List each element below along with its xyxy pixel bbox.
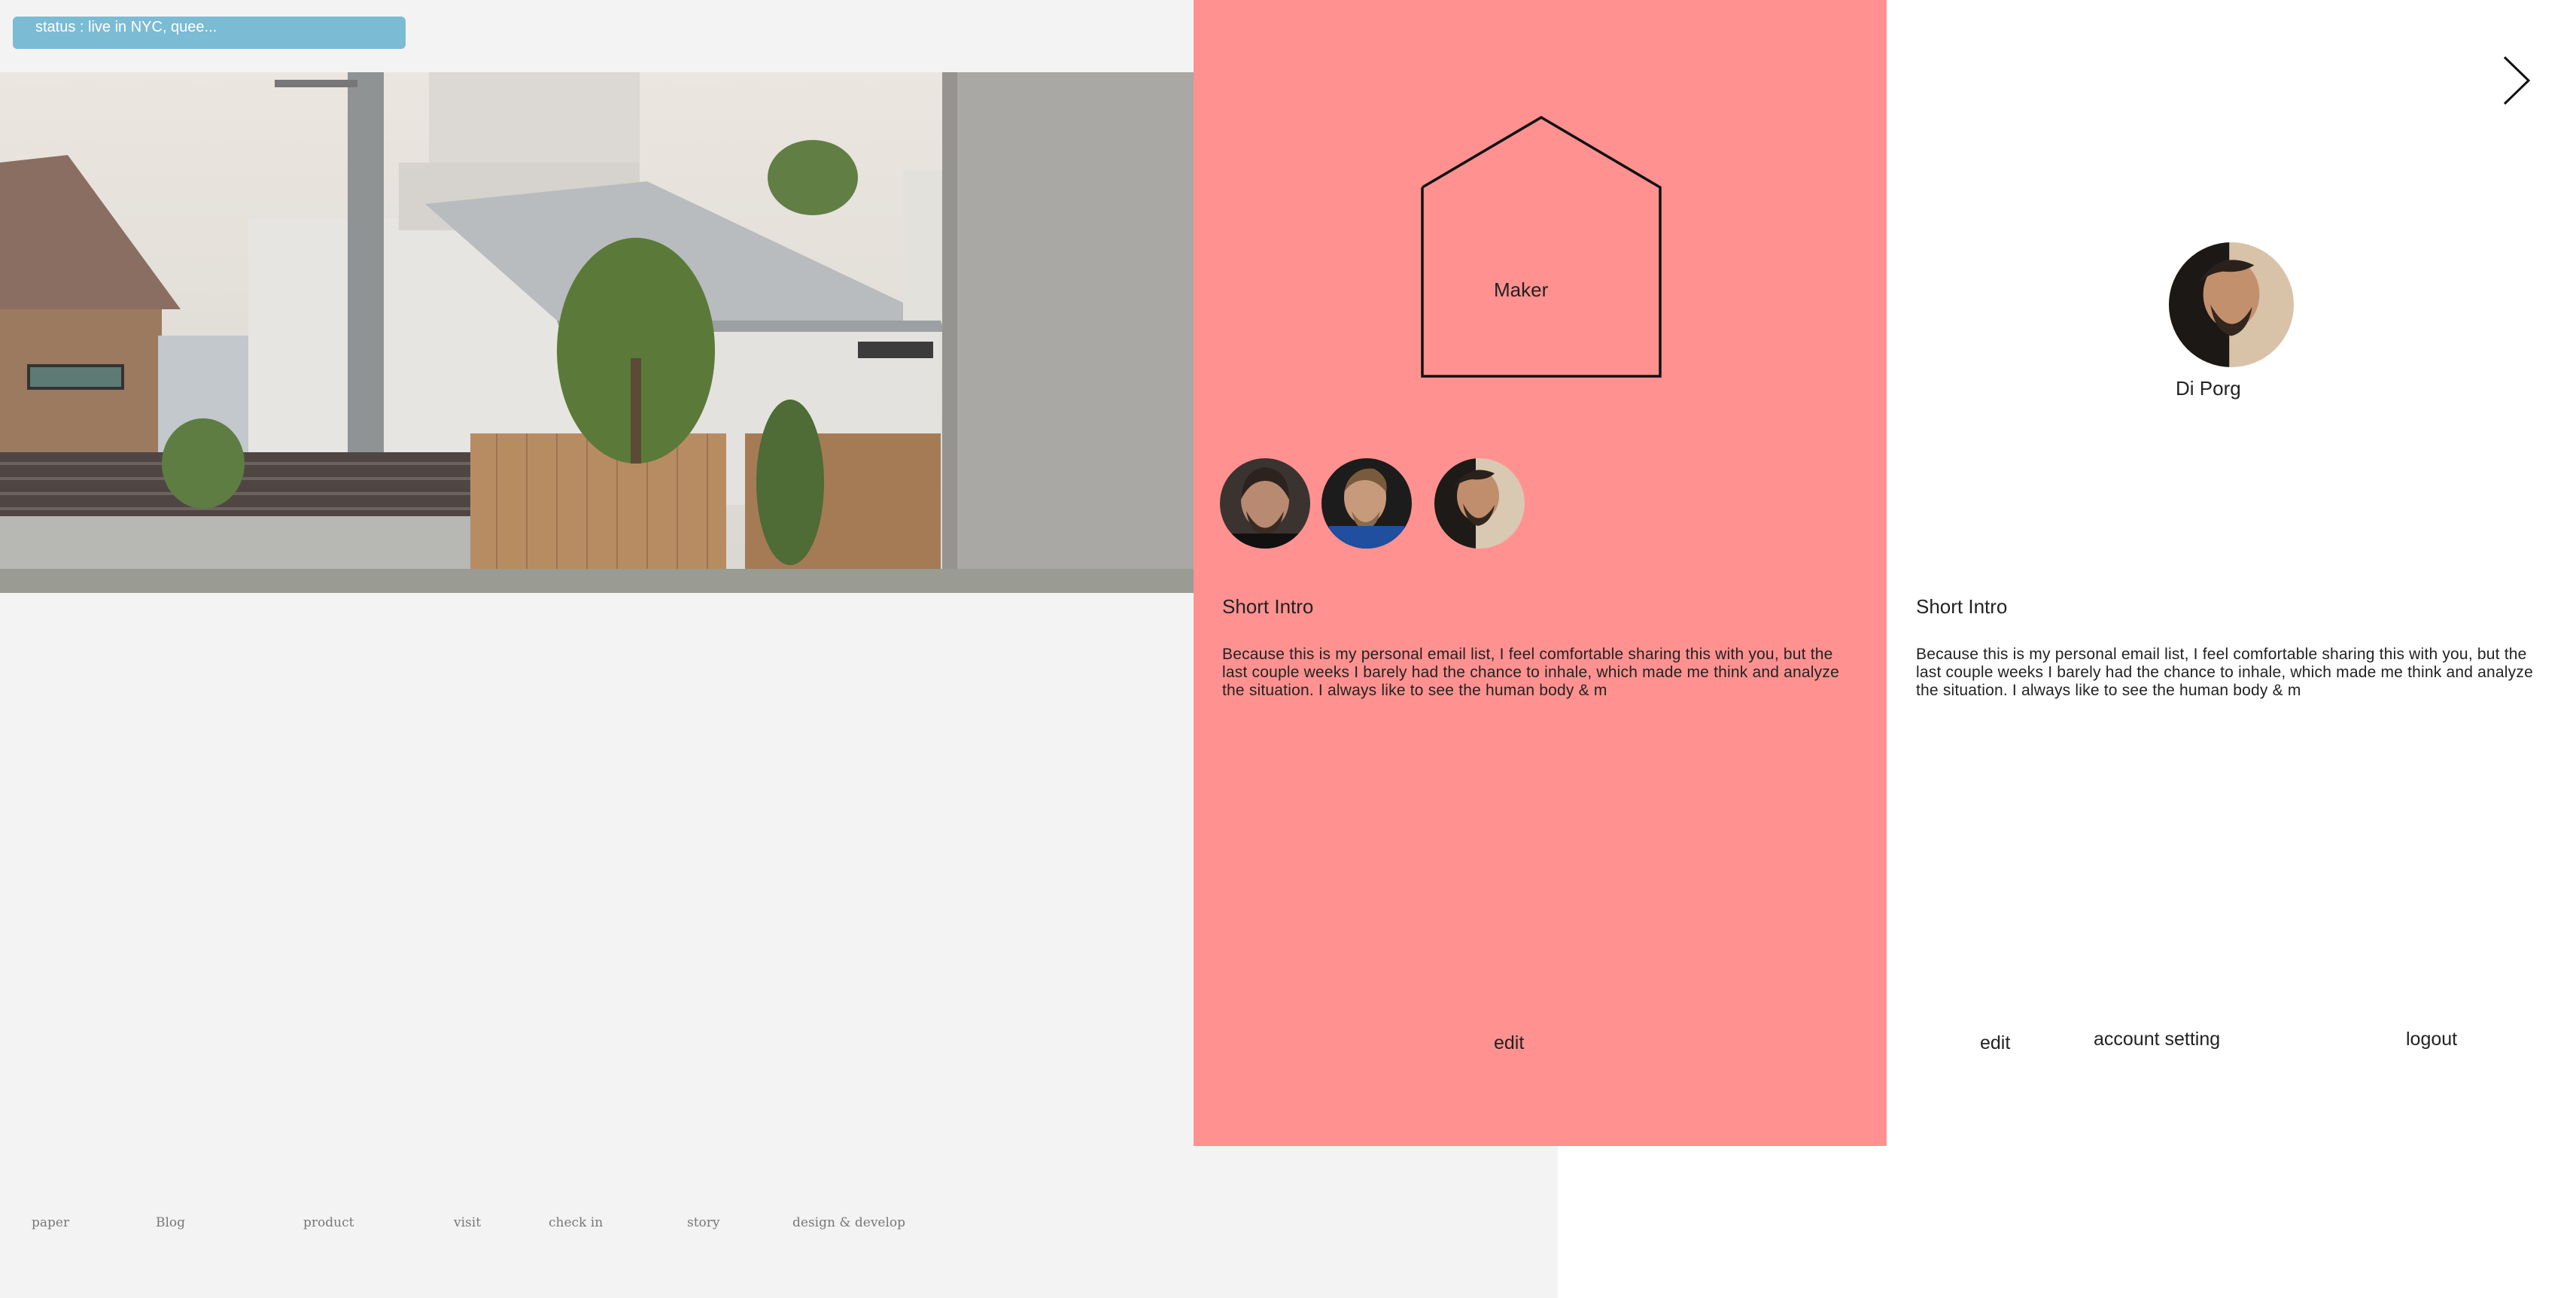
footer-link-blog[interactable]: Blog: [156, 1215, 185, 1230]
house-photo: [0, 72, 1194, 593]
house-outline-icon: [1421, 116, 1662, 378]
profile-name: Di Porg: [2176, 377, 2241, 400]
avatar-2[interactable]: [1321, 458, 1412, 549]
avatar-3[interactable]: [1434, 458, 1525, 549]
profile-edit-button[interactable]: edit: [1980, 1032, 2010, 1054]
logout-link[interactable]: logout: [2406, 1029, 2457, 1050]
house-label: Maker: [1494, 278, 1549, 301]
avatar-1[interactable]: [1220, 458, 1310, 549]
footer-link-product[interactable]: product: [303, 1215, 354, 1230]
profile-intro-text: Because this is my personal email list, …: [1916, 646, 2533, 699]
maker-intro-title: Short Intro: [1222, 595, 1314, 618]
footer-link-visit[interactable]: visit: [454, 1215, 481, 1230]
footer-link-check-in[interactable]: check in: [549, 1215, 603, 1230]
profile-panel: [1887, 0, 2576, 1146]
profile-intro-title: Short Intro: [1916, 595, 2008, 618]
status-badge[interactable]: status : live in NYC, quee...: [13, 17, 406, 49]
account-setting-link[interactable]: account setting: [2094, 1029, 2220, 1050]
footer-link-story[interactable]: story: [687, 1215, 720, 1230]
chevron-right-icon[interactable]: [2500, 54, 2533, 107]
profile-avatar[interactable]: [2169, 242, 2294, 367]
maker-edit-button[interactable]: edit: [1494, 1032, 1524, 1054]
footer-link-paper[interactable]: paper: [32, 1215, 69, 1230]
maker-intro-text: Because this is my personal email list, …: [1222, 646, 1839, 699]
bottom-right-background: [1558, 1145, 2576, 1298]
footer-link-design-develop[interactable]: design & develop: [792, 1215, 905, 1230]
